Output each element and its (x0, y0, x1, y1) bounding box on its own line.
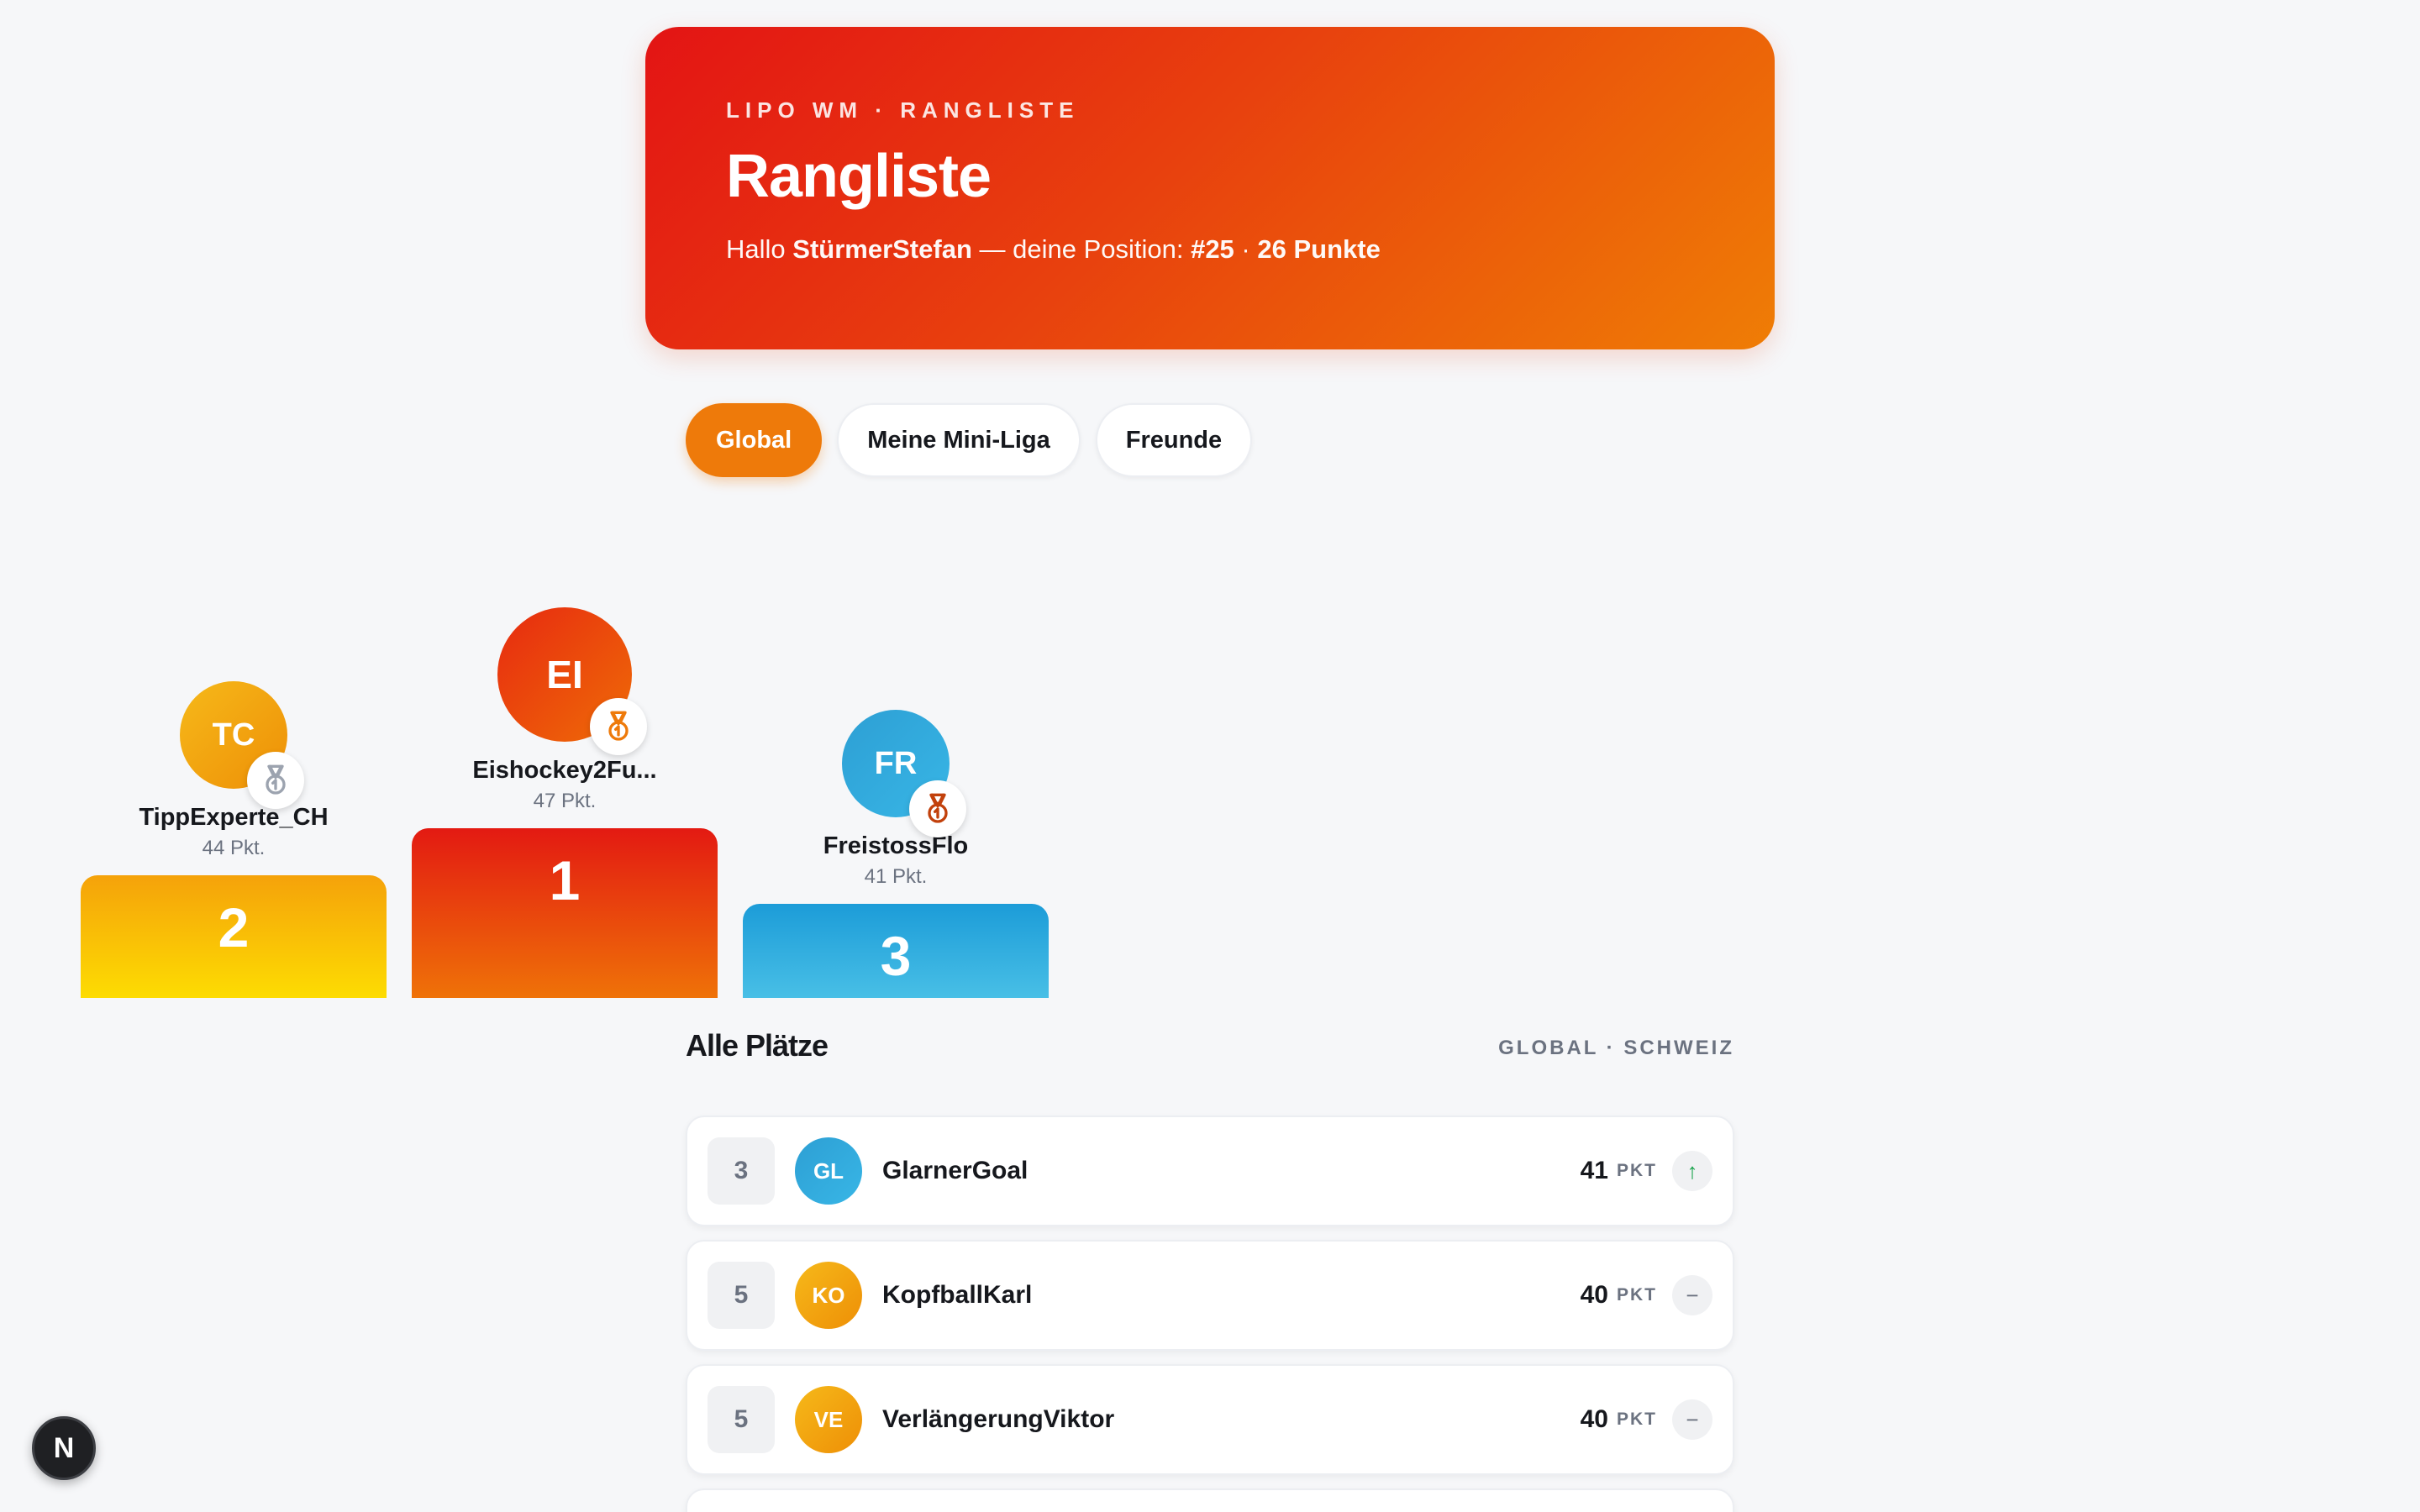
ranking-tabs: Global Meine Mini-Liga Freunde (645, 403, 1775, 477)
trend-neutral-icon: − (1672, 1275, 1712, 1315)
podium-first-avatar-wrap: EI (497, 607, 647, 755)
table-row[interactable]: 3 GL GlarnerGoal 41 PKT ↑ (686, 1116, 1734, 1226)
podium-second[interactable]: TC TippExperte_CH 44 Pkt. 2 (81, 681, 387, 998)
podium-name: TippExperte_CH (139, 804, 329, 831)
rank-badge: 5 (708, 1262, 775, 1329)
header-eyebrow: LIPO WM · RANGLISTE (726, 97, 1080, 123)
podium-first[interactable]: EI Eishockey2Fu... 47 Pkt. 1 (412, 607, 718, 998)
page-container: LIPO WM · RANGLISTE Rangliste Hallo Stür… (645, 27, 1775, 477)
list-scope: GLOBAL · SCHWEIZ (1498, 1037, 1734, 1059)
podium-points: 44 Pkt. (202, 837, 266, 859)
player-points: 40 (1580, 1405, 1608, 1433)
ranking-list: 3 GL GlarnerGoal 41 PKT ↑ 5 KO KopfballK… (686, 1116, 1734, 1512)
page-title: Rangliste (726, 143, 992, 210)
greeting-username: StürmerStefan (792, 234, 972, 264)
table-row-partial[interactable] (686, 1488, 1734, 1512)
podium-third[interactable]: FR FreistossFlo 41 Pkt. 3 (743, 710, 1049, 998)
player-name: KopfballKarl (882, 1281, 1033, 1309)
rank-badge: 3 (708, 1137, 775, 1205)
trend-up-icon: ↑ (1672, 1151, 1712, 1191)
points-unit: PKT (1617, 1161, 1657, 1180)
greeting-points: 26 Punkte (1257, 234, 1381, 264)
player-name: VerlängerungViktor (882, 1405, 1115, 1433)
gold-medal-icon (590, 698, 647, 755)
podium-name: Eishockey2Fu... (472, 757, 657, 784)
points-unit: PKT (1617, 1285, 1657, 1305)
greeting-separator: · (1234, 234, 1258, 264)
points-unit: PKT (1617, 1410, 1657, 1429)
silver-medal-icon (247, 752, 304, 809)
table-row[interactable]: 5 VE VerlängerungViktor 40 PKT − (686, 1364, 1734, 1475)
list-header: Alle Plätze GLOBAL · SCHWEIZ (686, 1028, 1734, 1063)
player-points: 40 (1580, 1281, 1608, 1309)
table-row[interactable]: 5 KO KopfballKarl 40 PKT − (686, 1240, 1734, 1351)
podium-block-third: 3 (743, 904, 1049, 998)
tab-freunde[interactable]: Freunde (1095, 403, 1253, 477)
trend-neutral-icon: − (1672, 1399, 1712, 1440)
tab-global[interactable]: Global (686, 403, 823, 477)
player-points: 41 (1580, 1157, 1608, 1184)
avatar: GL (795, 1137, 862, 1205)
podium-points: 47 Pkt. (533, 790, 597, 812)
greeting-position: #25 (1191, 234, 1234, 264)
podium-second-avatar-wrap: TC (180, 681, 304, 809)
list-title: Alle Plätze (686, 1028, 829, 1063)
player-name: GlarnerGoal (882, 1157, 1028, 1184)
podium: TC TippExperte_CH 44 Pkt. 2 EI Eishockey… (81, 561, 1049, 998)
podium-block-first: 1 (412, 828, 718, 998)
avatar: KO (795, 1262, 862, 1329)
rank-badge: 5 (708, 1386, 775, 1453)
greeting-line: Hallo StürmerStefan — deine Position: #2… (726, 234, 1694, 265)
podium-block-second: 2 (81, 875, 387, 998)
avatar: VE (795, 1386, 862, 1453)
greeting-mid: — deine Position: (971, 234, 1192, 264)
bronze-medal-icon (909, 780, 966, 837)
nextjs-dev-badge[interactable]: N (32, 1416, 96, 1480)
greeting-prefix: Hallo (726, 234, 793, 264)
header-banner: LIPO WM · RANGLISTE Rangliste Hallo Stür… (645, 27, 1775, 349)
podium-third-avatar-wrap: FR (842, 710, 966, 837)
tab-mini-liga[interactable]: Meine Mini-Liga (837, 403, 1081, 477)
podium-name: FreistossFlo (823, 832, 969, 859)
podium-points: 41 Pkt. (864, 865, 928, 888)
